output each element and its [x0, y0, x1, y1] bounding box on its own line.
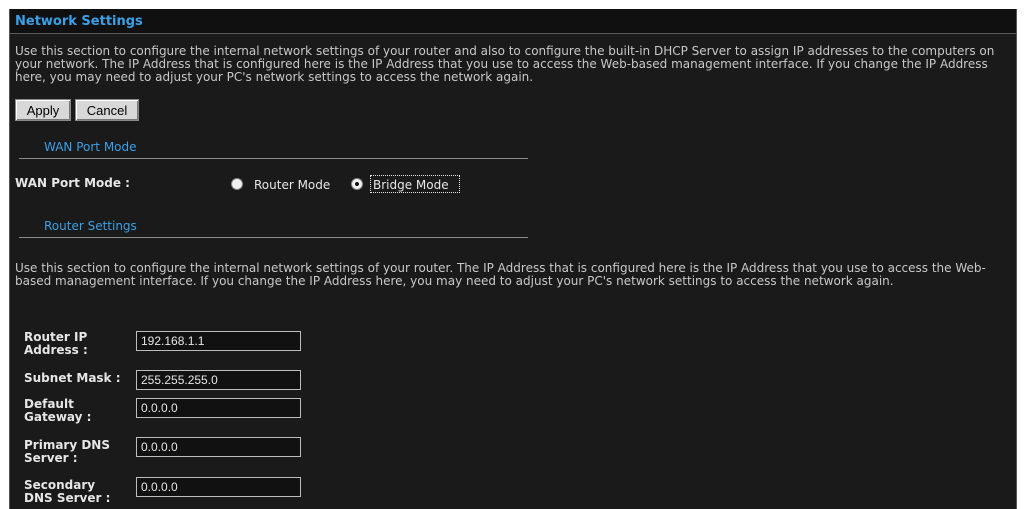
wan-port-mode-label: WAN Port Mode :	[15, 176, 130, 190]
router-section-divider	[19, 237, 528, 238]
network-settings-description: Use this section to configure the intern…	[15, 44, 995, 84]
primary-dns-label: Primary DNS Server :	[24, 438, 110, 465]
router-mode-label[interactable]: Router Mode	[254, 178, 330, 192]
default-gateway-label: Default Gateway :	[24, 397, 92, 424]
router-ip-field[interactable]: 192.168.1.1	[136, 331, 301, 351]
router-ip-label: Router IP Address :	[24, 330, 88, 357]
apply-button[interactable]: Apply	[15, 99, 71, 121]
bridge-mode-radio[interactable]	[351, 178, 363, 190]
subnet-mask-label: Subnet Mask :	[24, 371, 121, 385]
primary-dns-field[interactable]: 0.0.0.0	[136, 437, 301, 457]
router-settings-heading: Router Settings	[44, 219, 137, 233]
cancel-button[interactable]: Cancel	[75, 99, 139, 121]
default-gateway-field[interactable]: 0.0.0.0	[136, 398, 301, 418]
secondary-dns-field[interactable]: 0.0.0.0	[136, 477, 301, 497]
page-title: Network Settings	[15, 14, 143, 29]
title-bar: Network Settings	[10, 9, 1016, 34]
bridge-mode-label[interactable]: Bridge Mode	[373, 178, 449, 192]
wan-port-mode-heading: WAN Port Mode	[44, 140, 137, 154]
secondary-dns-label: Secondary DNS Server :	[24, 478, 111, 505]
subnet-mask-field[interactable]: 255.255.255.0	[136, 370, 301, 390]
router-mode-radio[interactable]	[231, 178, 243, 190]
router-settings-description: Use this section to configure the intern…	[15, 261, 986, 288]
wan-section-divider	[19, 158, 528, 159]
network-settings-panel: Network Settings Use this section to con…	[9, 9, 1017, 509]
